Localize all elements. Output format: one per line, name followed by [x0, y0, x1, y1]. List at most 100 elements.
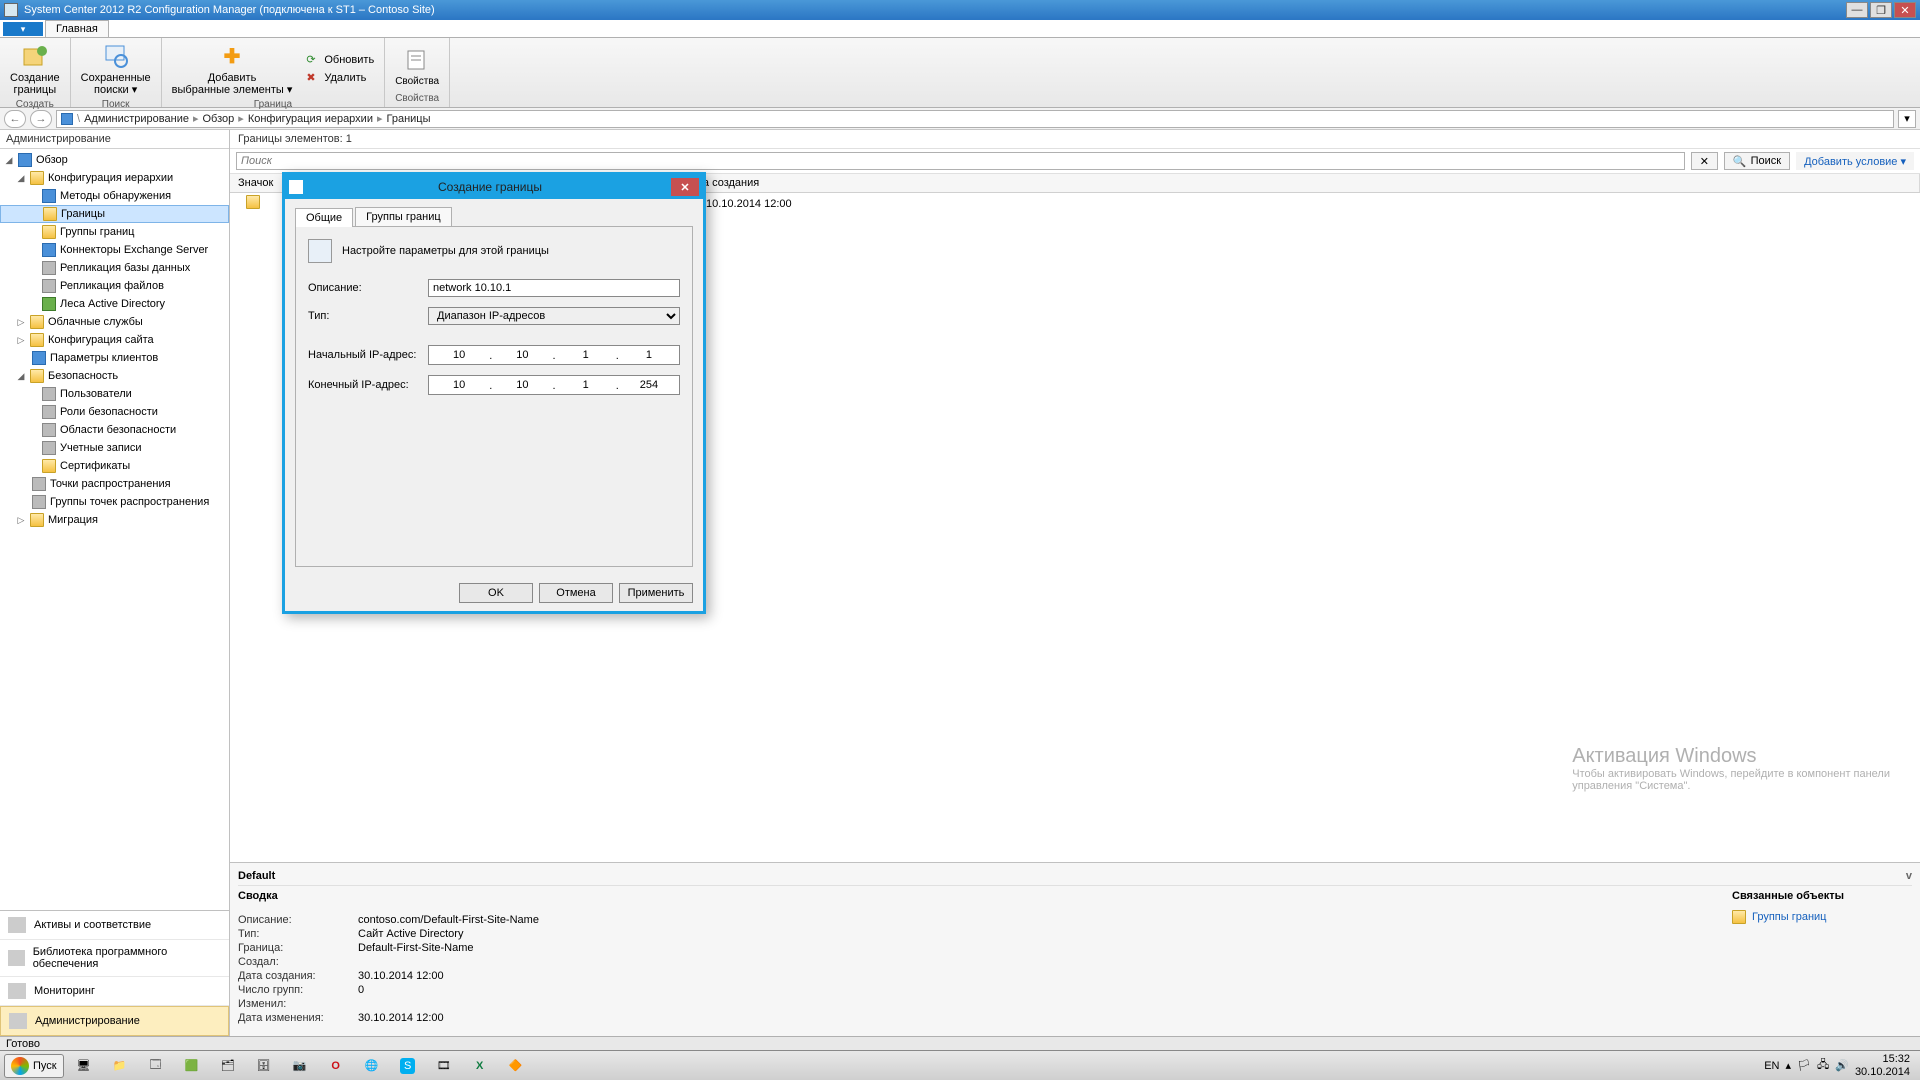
nav-label: Мониторинг — [34, 985, 95, 997]
tree-node-hierarchy-config[interactable]: ◢Конфигурация иерархии — [0, 169, 229, 187]
maximize-button[interactable]: ❐ — [1870, 2, 1892, 18]
file-menu-button[interactable]: ▾ — [3, 22, 43, 36]
nav-monitoring[interactable]: Мониторинг — [0, 977, 229, 1006]
taskbar-app-excel[interactable]: X — [464, 1053, 496, 1079]
ip-octet[interactable] — [492, 376, 552, 394]
tree-node-dp-groups[interactable]: Группы точек распространения — [0, 493, 229, 511]
taskbar-clock[interactable]: 15:32 30.10.2014 — [1855, 1053, 1910, 1077]
minimize-button[interactable]: — — [1846, 2, 1868, 18]
tree-node-security-scopes[interactable]: Области безопасности — [0, 421, 229, 439]
ok-button[interactable]: OK — [459, 583, 533, 603]
add-selected-button[interactable]: ✚ Добавитьвыбранные элементы ▾ — [168, 40, 297, 98]
properties-label: Свойства — [395, 76, 439, 87]
tab-home[interactable]: Главная — [45, 20, 109, 37]
system-tray[interactable]: EN ▴ 🏳 🖧 🔊 15:32 30.10.2014 — [1758, 1053, 1916, 1077]
search-clear-button[interactable]: ✕ — [1691, 152, 1718, 170]
nav-back-button[interactable]: ← — [4, 110, 26, 128]
description-input[interactable] — [428, 279, 680, 297]
nav-forward-button[interactable]: → — [30, 110, 52, 128]
related-link-boundary-groups[interactable]: Группы границ — [1752, 911, 1826, 923]
dialog-titlebar[interactable]: Создание границы ✕ — [285, 175, 703, 199]
detail-collapse-button[interactable]: v — [1906, 870, 1912, 882]
tree-node-file-replication[interactable]: Репликация файлов — [0, 277, 229, 295]
ip-octet[interactable] — [556, 376, 616, 394]
breadcrumb-item[interactable]: Конфигурация иерархии — [248, 113, 373, 125]
ip-octet[interactable] — [556, 346, 616, 364]
apply-button[interactable]: Применить — [619, 583, 693, 603]
end-ip-input[interactable]: . . . — [428, 375, 680, 395]
tree-node-distribution-points[interactable]: Точки распространения — [0, 475, 229, 493]
start-button[interactable]: Пуск — [4, 1054, 64, 1078]
nav-administration[interactable]: Администрирование — [0, 1006, 229, 1036]
taskbar-app-skype[interactable]: S — [392, 1053, 424, 1079]
taskbar-app-chrome[interactable]: 🌐 — [356, 1053, 388, 1079]
search-input[interactable] — [236, 152, 1685, 170]
taskbar-app-5[interactable]: 📷 — [284, 1053, 316, 1079]
tree-node-users[interactable]: Пользователи — [0, 385, 229, 403]
tree-node-migration[interactable]: ▷Миграция — [0, 511, 229, 529]
taskbar-app-4[interactable]: 🗄 — [248, 1053, 280, 1079]
taskbar-app-3[interactable]: 🗂 — [212, 1053, 244, 1079]
type-select[interactable]: Диапазон IP-адресов — [428, 307, 680, 325]
language-indicator[interactable]: EN — [1764, 1060, 1779, 1072]
properties-button[interactable]: Свойства — [391, 44, 443, 89]
tray-flag-icon[interactable]: 🏳 — [1797, 1059, 1811, 1072]
tree-node-accounts[interactable]: Учетные записи — [0, 439, 229, 457]
cancel-button[interactable]: Отмена — [539, 583, 613, 603]
taskbar-app-vlc[interactable]: 🔶 — [500, 1053, 532, 1079]
tree-node-boundaries[interactable]: Границы — [0, 205, 229, 223]
tray-network-icon[interactable]: 🖧 — [1817, 1056, 1829, 1075]
taskbar-app-explorer[interactable]: 📁 — [104, 1053, 136, 1079]
close-button[interactable]: ✕ — [1894, 2, 1916, 18]
ip-octet[interactable] — [429, 376, 489, 394]
tree-node-security[interactable]: ◢Безопасность — [0, 367, 229, 385]
delete-button[interactable]: ✖Удалить — [302, 70, 378, 86]
dialog-tab-boundary-groups[interactable]: Группы границ — [355, 207, 451, 226]
nav-software-library[interactable]: Библиотека программного обеспечения — [0, 940, 229, 977]
taskbar-app-opera[interactable]: O — [320, 1053, 352, 1079]
tree-node-site-config[interactable]: ▷Конфигурация сайта — [0, 331, 229, 349]
navigation-tree[interactable]: ◢Обзор ◢Конфигурация иерархии Методы обн… — [0, 149, 229, 910]
search-button[interactable]: 🔍Поиск — [1724, 152, 1790, 170]
nav-assets[interactable]: Активы и соответствие — [0, 911, 229, 940]
breadcrumb-expand-button[interactable]: ▾ — [1898, 110, 1916, 128]
add-condition-button[interactable]: Добавить условие ▾ — [1796, 152, 1914, 170]
tree-node-db-replication[interactable]: Репликация базы данных — [0, 259, 229, 277]
breadcrumb-item[interactable]: Границы — [387, 113, 431, 125]
ip-octet[interactable] — [619, 346, 679, 364]
ip-octet[interactable] — [619, 376, 679, 394]
detail-key: Тип: — [238, 928, 338, 940]
tray-chevron-icon[interactable]: ▴ — [1785, 1059, 1791, 1072]
dialog-tab-general[interactable]: Общие — [295, 208, 353, 227]
breadcrumb[interactable]: \ Администрирование▸ Обзор▸ Конфигурация… — [56, 110, 1894, 128]
dialog-close-button[interactable]: ✕ — [671, 178, 699, 196]
folder-icon — [30, 369, 44, 383]
column-icon[interactable]: Значок — [230, 174, 290, 192]
create-boundary-label-1: Создание — [10, 72, 60, 84]
tree-node-boundary-groups[interactable]: Группы границ — [0, 223, 229, 241]
tree-node-cloud[interactable]: ▷Облачные службы — [0, 313, 229, 331]
start-ip-input[interactable]: . . . — [428, 345, 680, 365]
tree-node-certificates[interactable]: Сертификаты — [0, 457, 229, 475]
breadcrumb-item[interactable]: Администрирование — [84, 113, 189, 125]
ip-octet[interactable] — [492, 346, 552, 364]
tree-root[interactable]: ◢Обзор — [0, 151, 229, 169]
taskbar-app-2[interactable]: 🗔 — [140, 1053, 172, 1079]
tree-node-security-roles[interactable]: Роли безопасности — [0, 403, 229, 421]
windows-orb-icon — [11, 1057, 29, 1075]
taskbar-app-mpc[interactable]: 🎞 — [428, 1053, 460, 1079]
create-boundary-button[interactable]: Созданиеграницы — [6, 40, 64, 98]
refresh-button[interactable]: ⟳Обновить — [302, 52, 378, 68]
ip-octet[interactable] — [429, 346, 489, 364]
taskbar-app-1[interactable]: 🖥 — [68, 1053, 100, 1079]
breadcrumb-item[interactable]: Обзор — [203, 113, 235, 125]
tree-node-exchange[interactable]: Коннекторы Exchange Server — [0, 241, 229, 259]
column-created[interactable]: та создания — [690, 174, 1920, 192]
detail-key: Число групп: — [238, 984, 338, 996]
tree-node-client-settings[interactable]: Параметры клиентов — [0, 349, 229, 367]
saved-searches-button[interactable]: Сохраненныепоиски ▾ — [77, 40, 155, 98]
taskbar-app-vmware[interactable]: 🟩 — [176, 1053, 208, 1079]
tree-node-discovery[interactable]: Методы обнаружения — [0, 187, 229, 205]
tree-node-ad-forests[interactable]: Леса Active Directory — [0, 295, 229, 313]
tray-sound-icon[interactable]: 🔊 — [1835, 1059, 1849, 1072]
